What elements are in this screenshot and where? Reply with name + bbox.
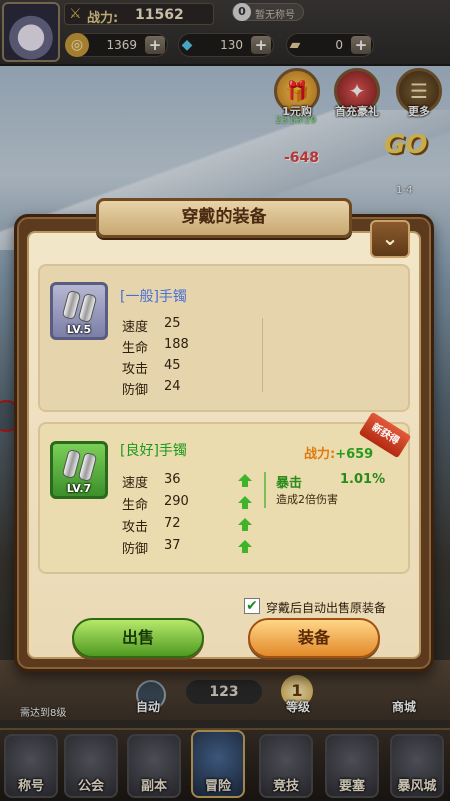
arrow-up-icon — [238, 474, 252, 487]
bracelet-cuff — [77, 292, 98, 324]
auto-sell-checkbox[interactable]: ✔ — [244, 598, 260, 614]
collapse-button[interactable]: ⌄ — [370, 220, 410, 258]
stat-label: 速度 — [122, 320, 149, 335]
divider — [262, 318, 263, 392]
stat-label: 生命 — [122, 341, 149, 356]
stat-label: 防御 — [122, 383, 149, 398]
arrow-up-icon — [238, 496, 252, 509]
power-gain-value: +659 — [335, 447, 374, 462]
skill-description: 造成2倍伤害 — [276, 493, 338, 506]
current-item-name: [一般]手镯 — [120, 289, 187, 305]
stat-label: 生命 — [122, 498, 149, 513]
sell-button[interactable]: 出售 — [72, 618, 204, 658]
arrow-up-icon — [238, 518, 252, 531]
power-gain-label: 战力: — [304, 447, 336, 462]
stat-label: 速度 — [122, 476, 149, 491]
skill-value: 1.01% — [340, 472, 386, 487]
modal-title: 穿戴的装备 — [96, 198, 352, 238]
equip-button[interactable]: 装备 — [248, 618, 380, 658]
new-item-name: [良好]手镯 — [120, 443, 187, 459]
bracelet-cuff — [77, 451, 98, 483]
stat-label: 攻击 — [122, 362, 149, 377]
power-gain: 战力:+659 — [304, 443, 373, 462]
item-level: LV.7 — [66, 482, 92, 495]
stat-value: 290 — [164, 494, 189, 509]
stat-value: 36 — [164, 472, 181, 487]
stat-value: 24 — [164, 379, 181, 394]
item-level: LV.5 — [66, 323, 92, 336]
skill-divider — [264, 472, 266, 508]
auto-sell-label: 穿戴后自动出售原装备 — [266, 601, 387, 615]
stat-value: 45 — [164, 358, 181, 373]
stat-label: 攻击 — [122, 520, 149, 535]
stat-value: 188 — [164, 337, 189, 352]
stat-value: 37 — [164, 538, 181, 553]
stat-value: 72 — [164, 516, 181, 531]
chevron-down-icon: ⌄ — [381, 226, 399, 250]
arrow-up-icon — [238, 540, 252, 553]
stat-value: 25 — [164, 316, 181, 331]
bracelet-icon[interactable]: LV.7 — [50, 441, 108, 499]
bracelet-icon[interactable]: LV.5 — [50, 282, 108, 340]
skill-name: 暴击 — [276, 476, 303, 491]
stat-label: 防御 — [122, 542, 149, 557]
